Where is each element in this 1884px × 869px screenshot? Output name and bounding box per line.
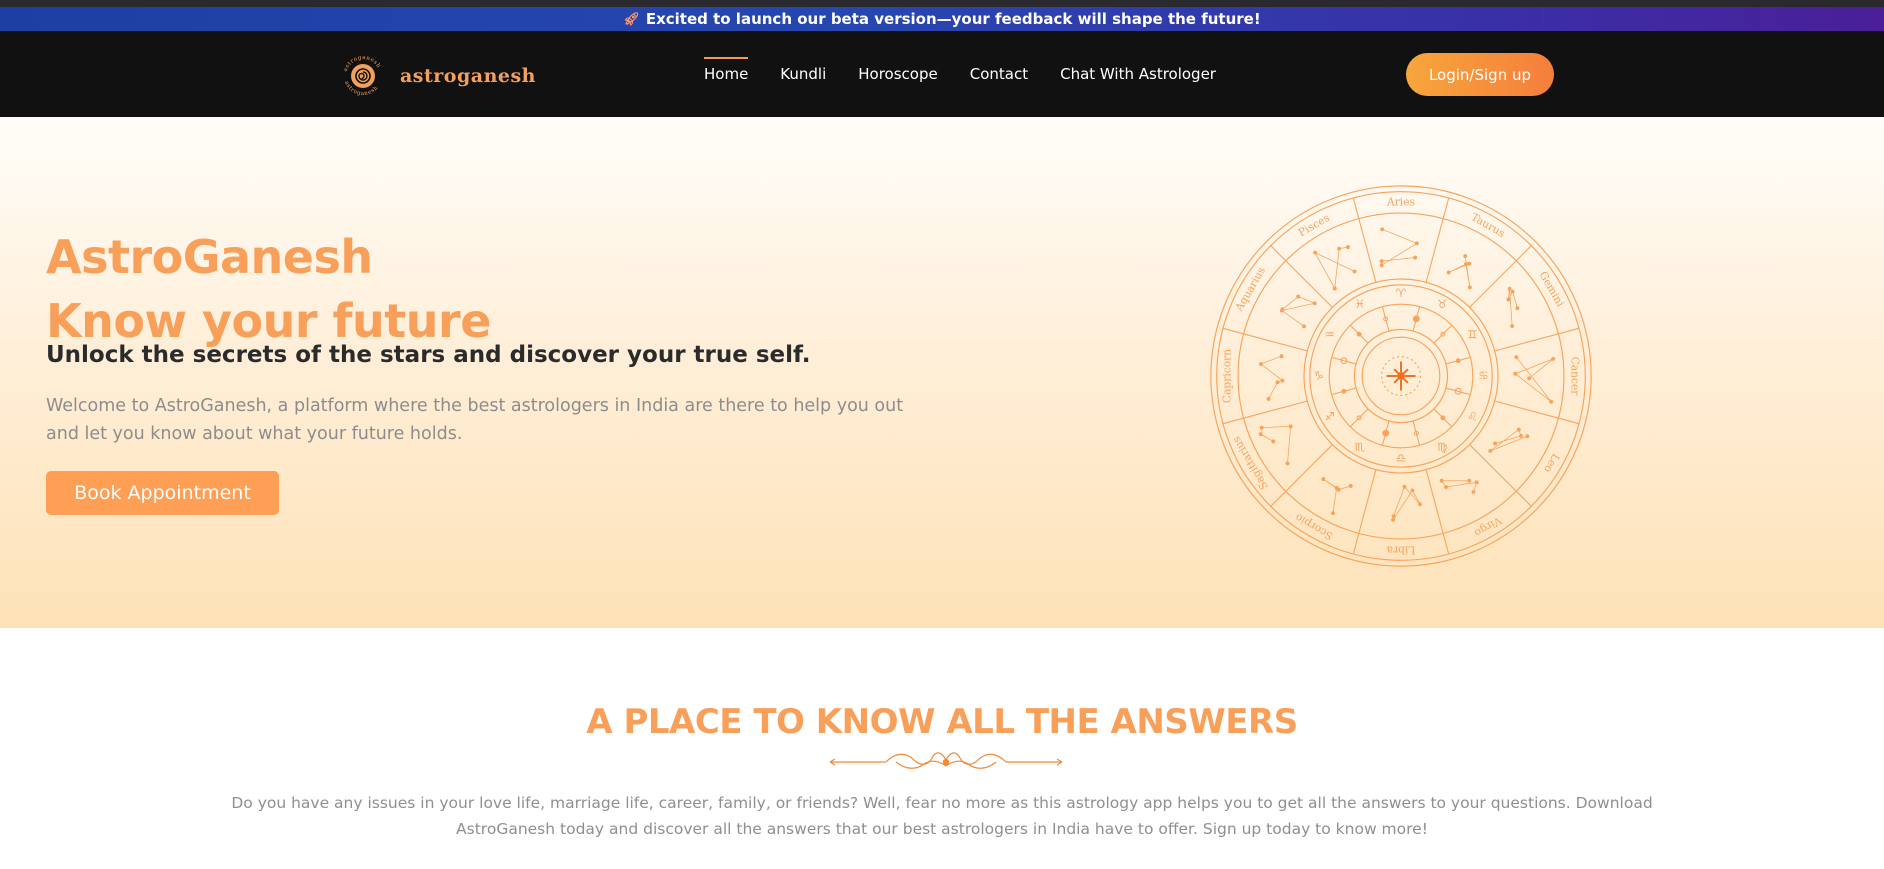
zodiac-glyph-icon: ♏	[1355, 440, 1365, 454]
zodiac-wheel-illustration: AriesTaurusGeminiCancerLeoVirgoLibraScor…	[1210, 185, 1592, 567]
ornament-divider-icon	[829, 752, 1063, 769]
zodiac-glyph-icon: ♋	[1478, 369, 1488, 383]
answers-description: Do you have any issues in your love life…	[231, 794, 1653, 838]
zodiac-sign-label: Cancer	[1569, 357, 1582, 397]
center-star-icon	[1386, 361, 1416, 391]
nav-kundli[interactable]: Kundli	[780, 57, 826, 91]
zodiac-glyph-icon: ♊	[1467, 327, 1477, 341]
answers-section-title: A PLACE TO KNOW ALL THE ANSWERS	[586, 702, 1298, 742]
zodiac-sign-label: Pisces	[1296, 211, 1332, 239]
nav-horoscope[interactable]: Horoscope	[858, 57, 937, 91]
rocket-icon: 🚀︎	[623, 11, 640, 27]
login-signup-button[interactable]: Login/Sign up	[1406, 53, 1554, 96]
nav-links: Home Kundli Horoscope Contact Chat With …	[704, 31, 1216, 117]
zodiac-glyph-icon: ♈	[1396, 286, 1407, 300]
hero-subtitle: Unlock the secrets of the stars and disc…	[46, 342, 811, 368]
hero-description: Welcome to AstroGanesh, a platform where…	[46, 396, 904, 444]
hero-section: AstroGanesh Know your future Unlock the …	[0, 117, 1884, 628]
zodiac-glyph-icon: ♑	[1313, 369, 1323, 383]
zodiac-sign-label: Aries	[1386, 195, 1415, 208]
nav-contact[interactable]: Contact	[970, 57, 1028, 91]
zodiac-glyph-icon: ♍	[1437, 440, 1447, 454]
announcement-banner: 🚀︎ Excited to launch our beta version—yo…	[0, 7, 1884, 31]
logo-mark-icon: astroganesh astroganesh	[343, 55, 381, 97]
nav-chat-with-astrologer[interactable]: Chat With Astrologer	[1060, 57, 1216, 91]
hero-title: AstroGanesh Know your future	[46, 225, 491, 353]
zodiac-glyph-icon: ♓	[1355, 297, 1365, 311]
book-appointment-button[interactable]: Book Appointment	[46, 471, 279, 515]
announcement-text: Excited to launch our beta version—your …	[645, 10, 1261, 28]
zodiac-sign-label: Sagittarius	[1230, 434, 1271, 492]
zodiac-glyph-icon: ♎	[1396, 451, 1406, 465]
nav-home[interactable]: Home	[704, 57, 749, 91]
zodiac-sign-label: Capricorn	[1220, 349, 1233, 403]
zodiac-glyph-icon: ♉	[1437, 297, 1447, 311]
hero-title-line1: AstroGanesh	[46, 230, 373, 284]
site-logo[interactable]: astroganesh astroganesh astroganesh	[336, 49, 536, 103]
logo-text: astroganesh	[400, 65, 536, 87]
top-edge-bar	[0, 0, 1884, 7]
main-navbar: astroganesh astroganesh astroganesh Home…	[0, 31, 1884, 117]
zodiac-glyph-icon: ♐	[1324, 410, 1334, 424]
zodiac-sign-label: Libra	[1386, 544, 1415, 557]
zodiac-glyph-icon: ♒	[1324, 327, 1334, 341]
zodiac-sign-label: Virgo	[1472, 513, 1505, 539]
zodiac-glyph-icon: ♌	[1467, 410, 1477, 424]
